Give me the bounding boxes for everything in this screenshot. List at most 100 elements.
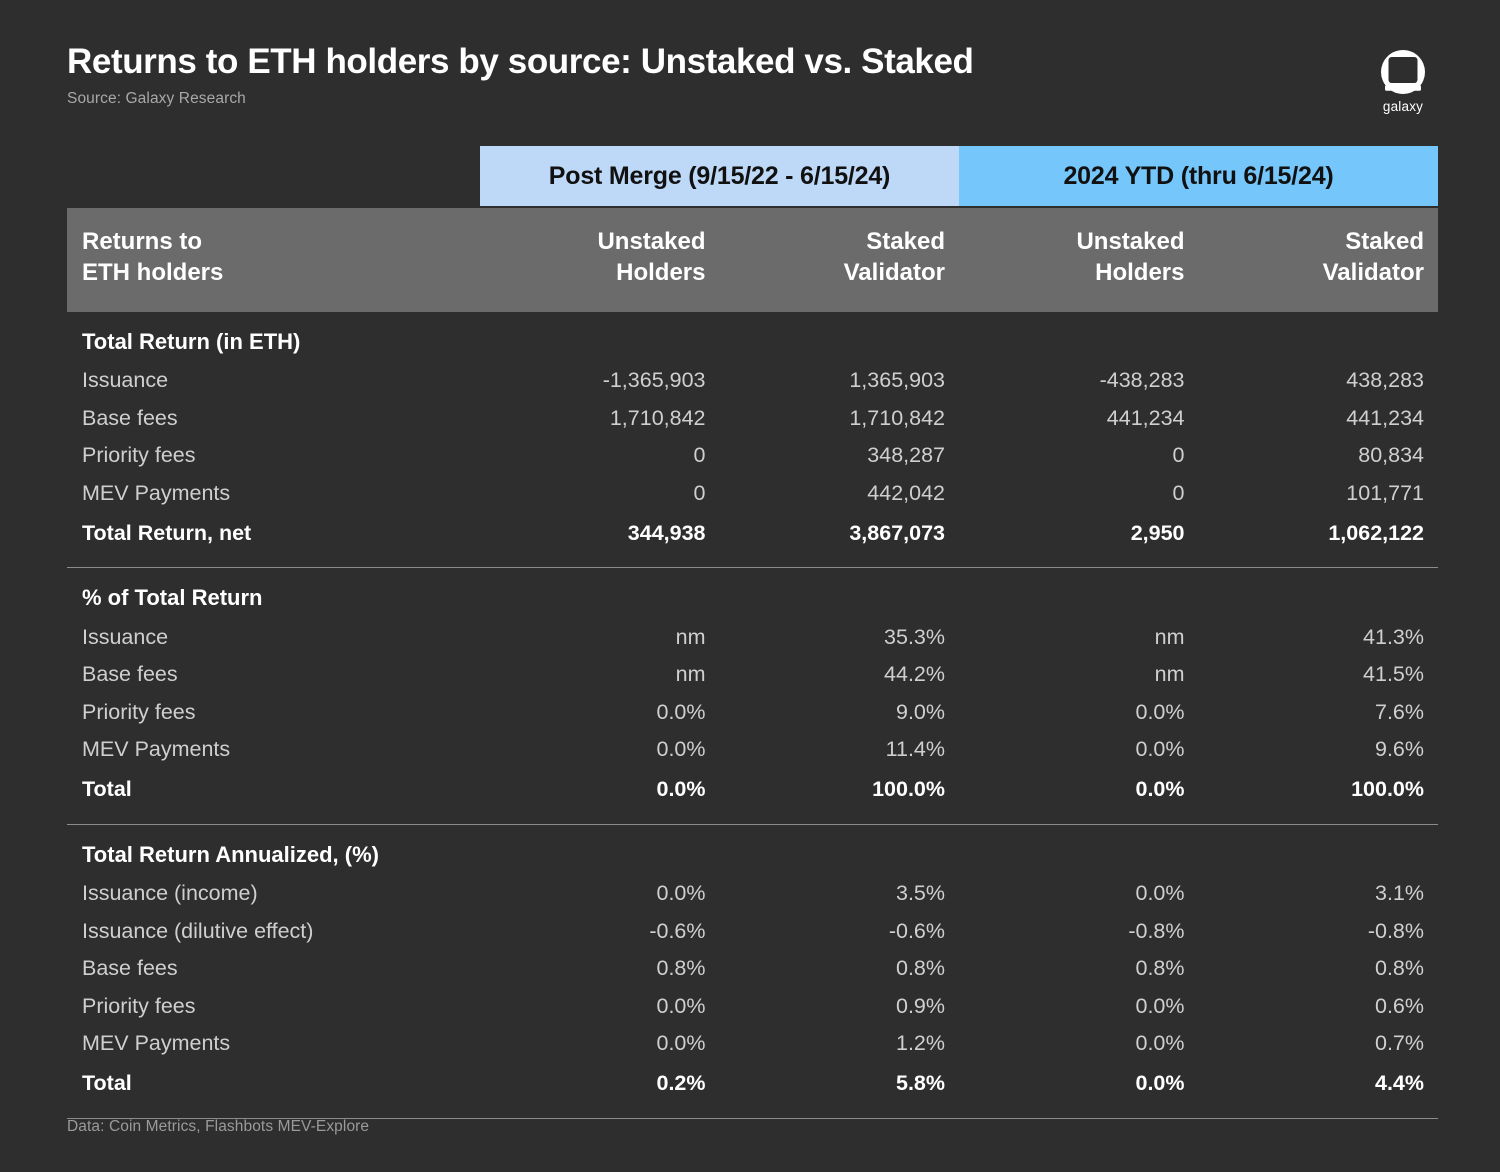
column-header-post-merge-staked: Staked Validator <box>720 208 960 288</box>
table-section: % of Total ReturnIssuancenm35.3%nm41.3%B… <box>67 568 1438 824</box>
table-row: MEV Payments0.0%11.4%0.0%9.6% <box>67 731 1438 769</box>
section-title: Total Return (in ETH) <box>67 329 480 355</box>
table-cell: nm <box>959 662 1199 687</box>
section-title-row: % of Total Return <box>67 578 1438 618</box>
table-cell: nm <box>959 625 1199 650</box>
row-label: MEV Payments <box>67 737 480 762</box>
galaxy-logo-text: galaxy <box>1366 99 1440 114</box>
table-cell: 9.0% <box>720 700 960 725</box>
table-cell: 0.8% <box>1199 956 1439 981</box>
row-label: Base fees <box>67 956 480 981</box>
table-row: Total0.0%100.0%0.0%100.0% <box>67 769 1438 811</box>
table-cell: 0.0% <box>480 994 720 1019</box>
table-cell: 41.5% <box>1199 662 1439 687</box>
table-cell: -438,283 <box>959 368 1199 393</box>
table-cell: 1,710,842 <box>480 406 720 431</box>
table-row: Total0.2%5.8%0.0%4.4% <box>67 1063 1438 1105</box>
table-cell: -0.8% <box>959 919 1199 944</box>
period-post-merge: Post Merge (9/15/22 - 6/15/24) <box>480 146 959 206</box>
table-cell: 1,710,842 <box>720 406 960 431</box>
section-title: Total Return Annualized, (%) <box>67 842 480 868</box>
table-cell: 100.0% <box>720 777 960 802</box>
table-cell: 5.8% <box>720 1071 960 1096</box>
table-cell: 0.2% <box>480 1071 720 1096</box>
table-cell: 0.0% <box>480 881 720 906</box>
table-cell: 0.0% <box>959 881 1199 906</box>
table-row: MEV Payments0.0%1.2%0.0%0.7% <box>67 1025 1438 1063</box>
table-cell: 0.0% <box>480 777 720 802</box>
table-cell: 0 <box>959 481 1199 506</box>
table-cell: 441,234 <box>1199 406 1439 431</box>
section-gap <box>67 554 1438 567</box>
table-cell: 101,771 <box>1199 481 1439 506</box>
table-cell: 0.0% <box>480 700 720 725</box>
period-2024-ytd: 2024 YTD (thru 6/15/24) <box>959 146 1438 206</box>
table-cell: 344,938 <box>480 521 720 546</box>
row-label: Priority fees <box>67 443 480 468</box>
table-cell: 0.0% <box>959 737 1199 762</box>
table-row: Base feesnm44.2%nm41.5% <box>67 656 1438 694</box>
row-label: Priority fees <box>67 994 480 1019</box>
infographic-table-page: Returns to ETH holders by source: Unstak… <box>0 0 1500 1172</box>
data-table: Total Return (in ETH)Issuance-1,365,9031… <box>67 312 1438 1119</box>
table-cell: 1,365,903 <box>720 368 960 393</box>
section-gap <box>67 1105 1438 1118</box>
table-cell: 1,062,122 <box>1199 521 1439 546</box>
table-cell: 4.4% <box>1199 1071 1439 1096</box>
table-cell: -0.6% <box>720 919 960 944</box>
table-cell: 3,867,073 <box>720 521 960 546</box>
table-row: Priority fees0.0%0.9%0.0%0.6% <box>67 988 1438 1026</box>
row-label: Total <box>67 777 480 802</box>
table-cell: -0.8% <box>1199 919 1439 944</box>
table-cell: 0.0% <box>480 737 720 762</box>
column-header-ytd-staked: Staked Validator <box>1199 208 1439 288</box>
column-header-row-label: Returns to ETH holders <box>67 208 480 288</box>
section-title-row: Total Return (in ETH) <box>67 322 1438 362</box>
table-cell: 44.2% <box>720 662 960 687</box>
table-cell: 0.8% <box>959 956 1199 981</box>
table-cell: 11.4% <box>720 737 960 762</box>
table-row: Base fees0.8%0.8%0.8%0.8% <box>67 950 1438 988</box>
page-title: Returns to ETH holders by source: Unstak… <box>67 42 1440 82</box>
table-row: MEV Payments0442,0420101,771 <box>67 475 1438 513</box>
table-cell: nm <box>480 625 720 650</box>
table-cell: 80,834 <box>1199 443 1439 468</box>
table-cell: 0.6% <box>1199 994 1439 1019</box>
column-header-ytd-unstaked: Unstaked Holders <box>959 208 1199 288</box>
section-title: % of Total Return <box>67 585 480 611</box>
row-label: Total <box>67 1071 480 1096</box>
table-row: Priority fees0348,287080,834 <box>67 437 1438 475</box>
table-cell: 0.0% <box>959 1071 1199 1096</box>
section-gap <box>67 811 1438 824</box>
table-cell: -1,365,903 <box>480 368 720 393</box>
table-cell: 3.5% <box>720 881 960 906</box>
table-cell: -0.6% <box>480 919 720 944</box>
row-label: Issuance (dilutive effect) <box>67 919 480 944</box>
table-cell: 348,287 <box>720 443 960 468</box>
table-cell: 0 <box>480 481 720 506</box>
footer-note: Data: Coin Metrics, Flashbots MEV-Explor… <box>67 1118 369 1136</box>
table-cell: 0.9% <box>720 994 960 1019</box>
column-header-post-merge-unstaked: Unstaked Holders <box>480 208 720 288</box>
header-block: Returns to ETH holders by source: Unstak… <box>67 42 1440 108</box>
table-cell: 0.0% <box>480 1031 720 1056</box>
section-title-row: Total Return Annualized, (%) <box>67 835 1438 875</box>
table-cell: 100.0% <box>1199 777 1439 802</box>
table-cell: 0.7% <box>1199 1031 1439 1056</box>
table-section: Total Return (in ETH)Issuance-1,365,9031… <box>67 312 1438 568</box>
table-cell: 0.0% <box>959 994 1199 1019</box>
table-cell: 0.0% <box>959 777 1199 802</box>
table-cell: 441,234 <box>959 406 1199 431</box>
table-row: Total Return, net344,9383,867,0732,9501,… <box>67 512 1438 554</box>
table-cell: 0 <box>480 443 720 468</box>
table-cell: 9.6% <box>1199 737 1439 762</box>
table-cell: 438,283 <box>1199 368 1439 393</box>
column-header-band: Returns to ETH holders Unstaked Holders … <box>67 208 1438 312</box>
table-row: Issuance (dilutive effect)-0.6%-0.6%-0.8… <box>67 912 1438 950</box>
row-label: Base fees <box>67 406 480 431</box>
row-label: Priority fees <box>67 700 480 725</box>
galaxy-logo: galaxy <box>1366 48 1440 114</box>
table-cell: 35.3% <box>720 625 960 650</box>
table-cell: 2,950 <box>959 521 1199 546</box>
row-label: Base fees <box>67 662 480 687</box>
